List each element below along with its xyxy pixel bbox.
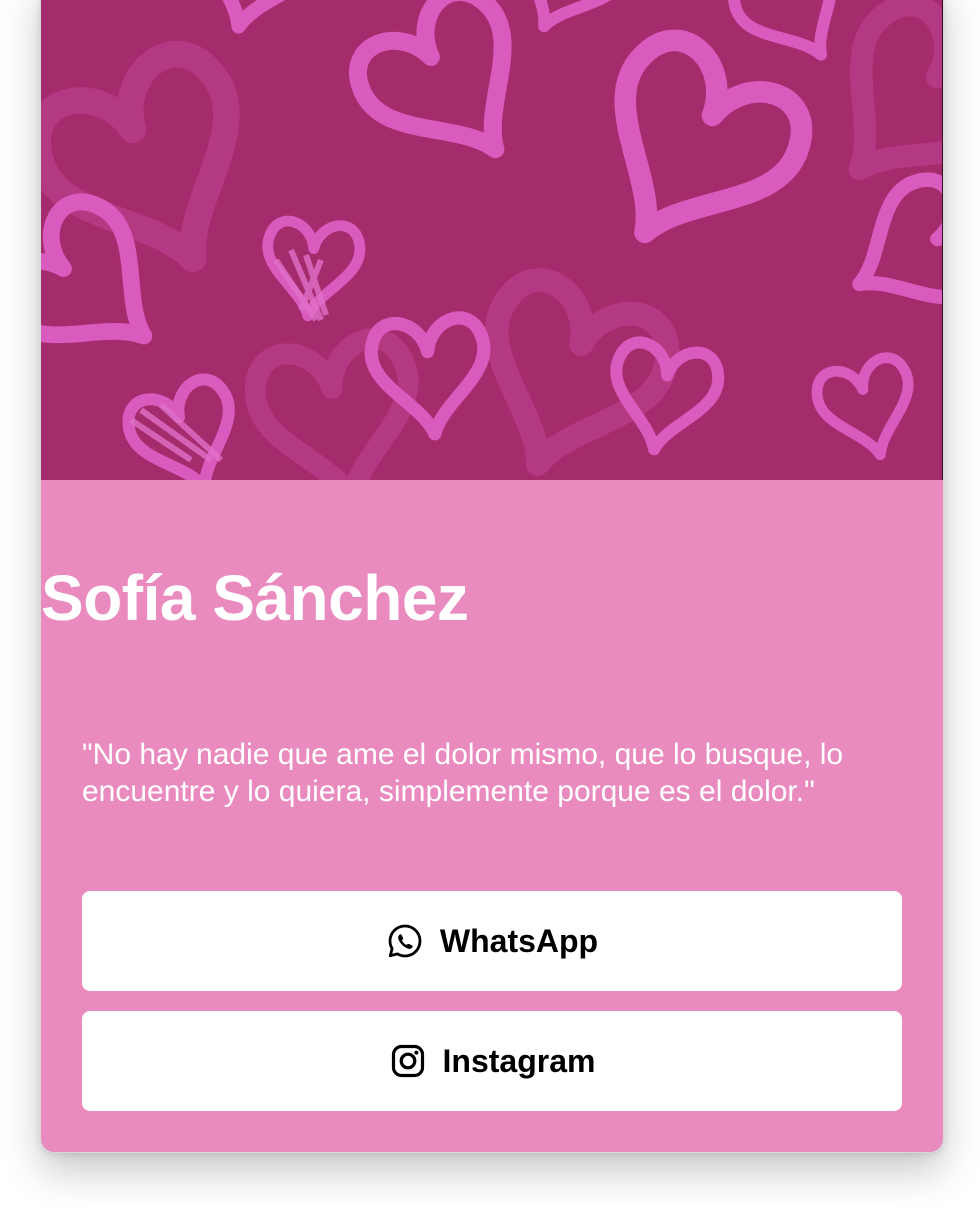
hearts-pattern xyxy=(41,0,943,480)
instagram-button[interactable]: Instagram xyxy=(82,1011,902,1111)
whatsapp-button[interactable]: WhatsApp xyxy=(82,891,902,991)
instagram-icon xyxy=(389,1042,427,1080)
cover-image xyxy=(41,0,943,480)
profile-card: Sofía Sánchez "No hay nadie que ame el d… xyxy=(40,0,944,1153)
whatsapp-icon xyxy=(386,922,424,960)
whatsapp-label: WhatsApp xyxy=(439,922,599,959)
profile-quote: "No hay nadie que ame el dolor mismo, qu… xyxy=(82,738,844,808)
instagram-label: Instagram xyxy=(442,1042,596,1079)
profile-name: Sofía Sánchez xyxy=(41,562,469,634)
